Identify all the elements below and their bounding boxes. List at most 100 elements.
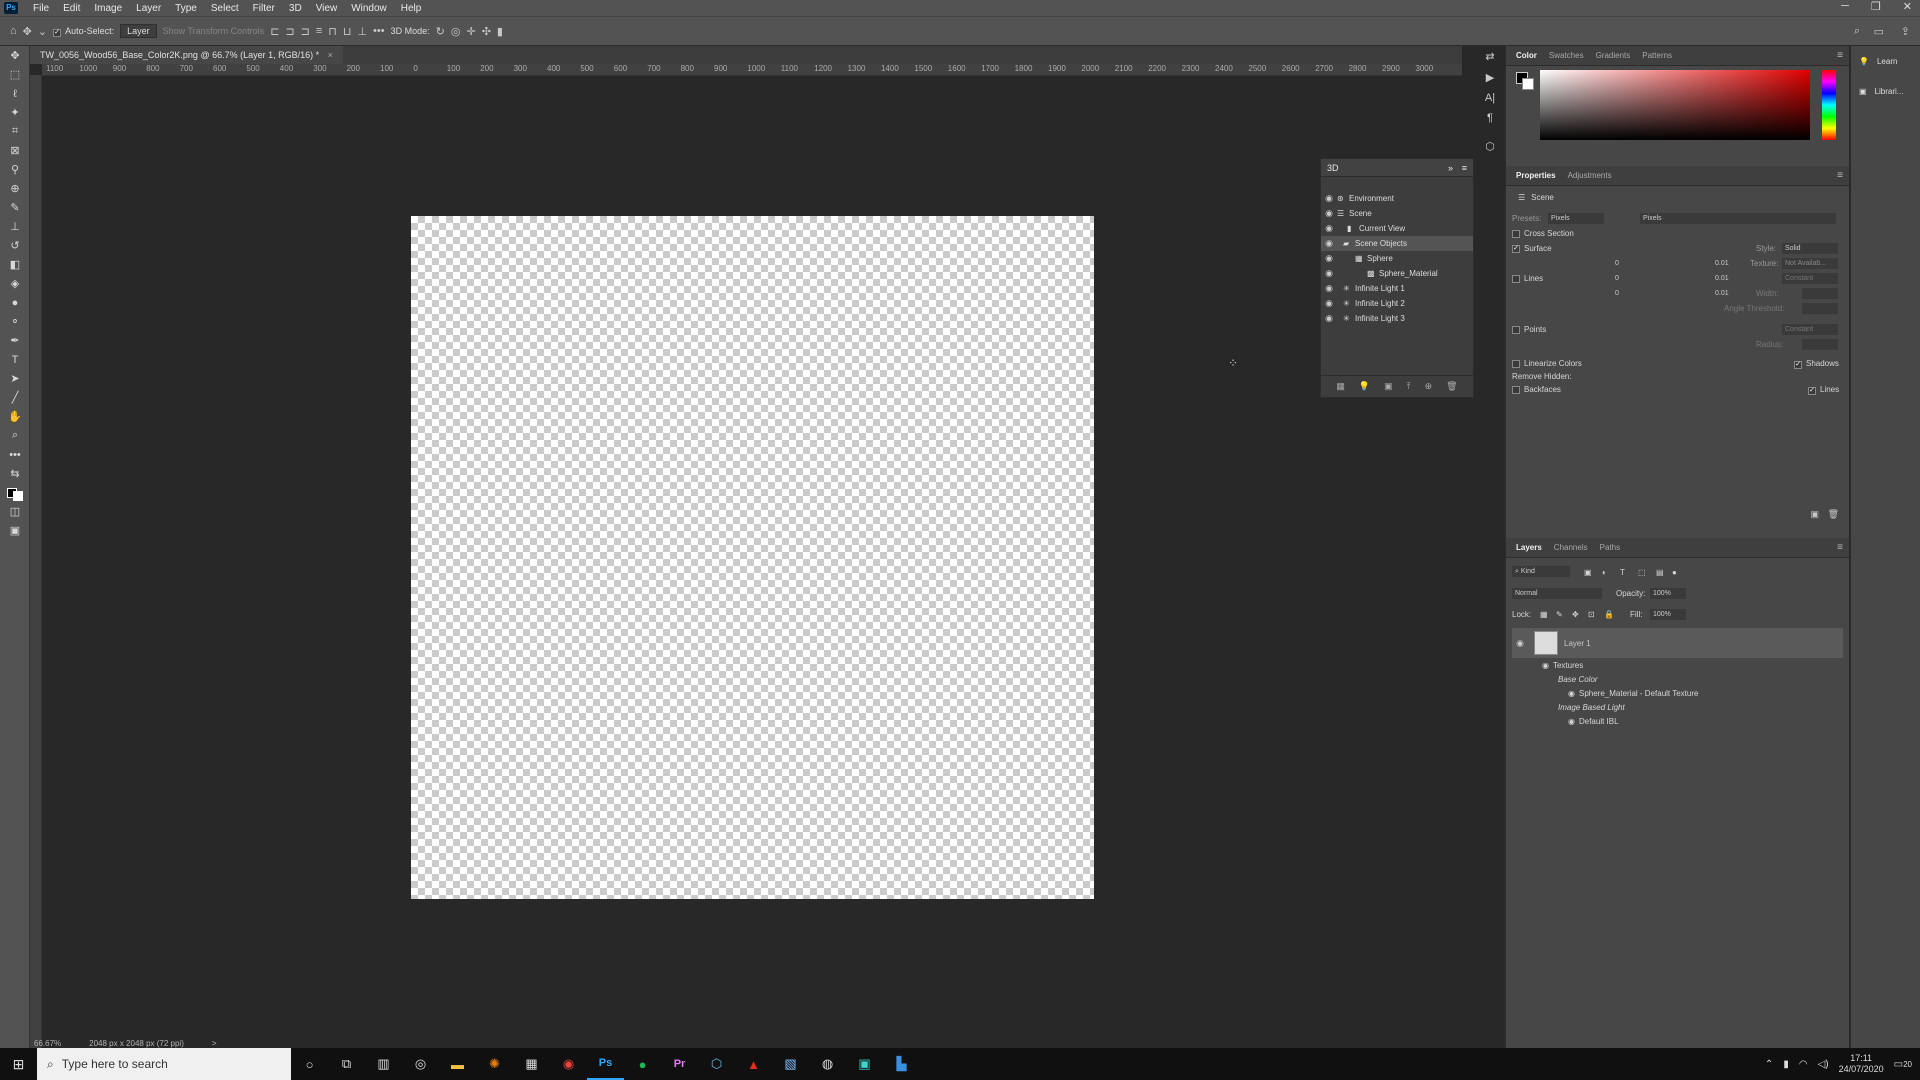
pan-icon[interactable]: ✛ <box>466 25 475 38</box>
visibility-eye-icon[interactable]: ◉ <box>1568 717 1575 726</box>
eraser-icon[interactable]: ◧ <box>0 255 30 274</box>
lines-opacity-field-2[interactable]: 0.01 <box>1712 288 1752 299</box>
presets-dropdown-3[interactable] <box>1696 213 1836 224</box>
workspace-icon[interactable]: ▭ <box>1874 25 1884 38</box>
filter-shape-icon[interactable]: ⬚ <box>1638 568 1646 577</box>
menu-view[interactable]: View <box>309 3 345 14</box>
pen-tool-icon[interactable]: ✒ <box>0 331 30 350</box>
layer-row[interactable]: ◉ Layer 1 <box>1512 628 1843 658</box>
align-right-icon[interactable]: ⊐ <box>301 25 310 38</box>
presets-dropdown-2[interactable]: Pixels <box>1640 213 1696 224</box>
filter-toggle-icon[interactable]: ● <box>1672 568 1677 577</box>
menu-filter[interactable]: Filter <box>246 3 282 14</box>
app-icon-3[interactable]: ▙ <box>883 1048 920 1080</box>
dodge-tool-icon[interactable]: ⚬ <box>0 312 30 331</box>
angle-threshold-field[interactable] <box>1802 303 1838 314</box>
visibility-eye-icon[interactable]: ◉ <box>1542 661 1549 670</box>
move-tool-icon[interactable]: ✥ <box>0 46 30 65</box>
3d-panel-icon[interactable]: ⬡ <box>1485 140 1495 153</box>
width-field[interactable] <box>1802 288 1838 299</box>
screen-mode-icon[interactable]: ▣ <box>0 521 30 540</box>
visibility-eye-icon[interactable]: ◉ <box>1321 223 1337 234</box>
scene-row-environment[interactable]: ◉ ⊛ Environment <box>1321 191 1473 206</box>
lines-checkbox[interactable] <box>1512 274 1520 283</box>
sphere-texture-label[interactable]: Sphere_Material - Default Texture <box>1579 689 1698 698</box>
menu-help[interactable]: Help <box>394 3 429 14</box>
marquee-tool-icon[interactable]: ⬚ <box>0 65 30 84</box>
volume-icon[interactable]: ◁) <box>1818 1059 1829 1070</box>
libraries-button[interactable]: ▣ Librari... <box>1851 76 1920 106</box>
lasso-tool-icon[interactable]: ℓ <box>0 84 30 103</box>
background-color-swatch[interactable] <box>1522 78 1534 90</box>
lock-all-icon[interactable]: 🔒 <box>1604 610 1614 619</box>
lines-opacity-field[interactable]: 0.01 <box>1712 273 1752 284</box>
align-left-icon[interactable]: ⊏ <box>270 25 279 38</box>
menu-select[interactable]: Select <box>204 3 246 14</box>
visibility-eye-icon[interactable]: ◉ <box>1512 638 1528 649</box>
share-icon[interactable]: ⇪ <box>1901 25 1910 38</box>
align-center-icon[interactable]: ⊐ <box>285 25 294 38</box>
more-options-icon[interactable]: ••• <box>373 25 385 37</box>
restore-icon[interactable]: ❐ <box>1871 0 1881 13</box>
presets-dropdown[interactable]: Pixels <box>1548 213 1604 224</box>
wifi-icon[interactable]: ◠ <box>1799 1059 1808 1070</box>
points-style-dropdown[interactable]: Constant <box>1782 324 1838 335</box>
backfaces-checkbox[interactable] <box>1512 385 1520 394</box>
lock-artboard-icon[interactable]: ⊡ <box>1588 610 1595 619</box>
visibility-eye-icon[interactable]: ◉ <box>1321 208 1337 219</box>
scene-row-current-view[interactable]: ◉ ▮ Current View <box>1321 221 1473 236</box>
spotify-icon[interactable]: ● <box>624 1048 661 1080</box>
3d-app-icon[interactable]: ⬡ <box>698 1048 735 1080</box>
cross-section-checkbox[interactable] <box>1512 229 1520 238</box>
panel-collapse-icon[interactable]: » <box>1448 159 1453 177</box>
align-top-icon[interactable]: ⊓ <box>328 25 337 38</box>
align-bottom-icon[interactable]: ⊥ <box>357 25 367 38</box>
lines-value-field[interactable]: 0 <box>1612 273 1652 284</box>
photoshop-taskbar-icon[interactable]: Ps <box>587 1048 624 1080</box>
panel-menu-icon[interactable]: ≡ <box>1837 50 1843 61</box>
roll-icon[interactable]: ◎ <box>451 25 461 38</box>
document-tab[interactable]: TW_0056_Wood56_Base_Color2K.png @ 66.7% … <box>30 46 343 64</box>
tab-layers[interactable]: Layers <box>1516 543 1542 552</box>
extrude-icon[interactable]: ⤒ <box>1407 381 1411 392</box>
trash-icon[interactable]: 🗑 <box>1828 509 1839 520</box>
visibility-eye-icon[interactable]: ◉ <box>1321 298 1337 309</box>
lock-position-icon[interactable]: ✥ <box>1572 610 1579 619</box>
visibility-eye-icon[interactable]: ◉ <box>1321 238 1337 249</box>
opacity-field[interactable]: 100% <box>1650 587 1686 599</box>
paint-bucket-icon[interactable]: ◈ <box>0 274 30 293</box>
tray-expand-icon[interactable]: ⌃ <box>1765 1059 1773 1070</box>
tab-properties[interactable]: Properties <box>1516 171 1556 180</box>
lock-transparent-icon[interactable]: ▦ <box>1540 610 1548 619</box>
surface-value-field[interactable]: 0 <box>1612 258 1652 269</box>
linearize-colors-checkbox[interactable] <box>1512 359 1520 368</box>
auto-select-target-dropdown[interactable]: Layer <box>120 24 157 38</box>
quick-mask-icon[interactable]: ◫ <box>0 502 30 521</box>
history-panel-icon[interactable]: ⇄ <box>1485 50 1494 63</box>
visibility-eye-icon[interactable]: ◉ <box>1321 193 1337 204</box>
swap-colors-icon[interactable]: ⇆ <box>0 464 30 483</box>
premiere-icon[interactable]: Pr <box>661 1048 698 1080</box>
lines-value-field-2[interactable]: 0 <box>1612 288 1652 299</box>
panel-menu-icon[interactable]: ≡ <box>1837 170 1843 181</box>
slide-icon[interactable]: ✣ <box>482 25 491 38</box>
crop-tool-icon[interactable]: ⌗ <box>0 122 30 141</box>
blur-tool-icon[interactable]: ● <box>0 293 30 312</box>
blender-icon[interactable]: ✺ <box>476 1048 513 1080</box>
character-panel-icon[interactable]: A| <box>1485 92 1495 104</box>
minimize-icon[interactable]: ─ <box>1841 0 1849 13</box>
tab-patterns[interactable]: Patterns <box>1642 51 1672 60</box>
chrome-icon[interactable]: ◉ <box>550 1048 587 1080</box>
points-checkbox[interactable] <box>1512 325 1520 334</box>
tab-gradients[interactable]: Gradients <box>1596 51 1631 60</box>
magic-wand-icon[interactable]: ✦ <box>0 103 30 122</box>
calculator-icon[interactable]: ▦ <box>513 1048 550 1080</box>
app-icon-2[interactable]: ▣ <box>846 1048 883 1080</box>
surface-checkbox[interactable]: ✓ <box>1512 244 1520 253</box>
type-tool-icon[interactable]: T <box>0 350 30 369</box>
photos-icon[interactable]: ▧ <box>772 1048 809 1080</box>
delete-icon[interactable]: 🗑 <box>1446 381 1457 392</box>
chevron-down-icon[interactable]: ⌄ <box>38 25 47 38</box>
visibility-eye-icon[interactable]: ◉ <box>1321 313 1337 324</box>
tab-channels[interactable]: Channels <box>1554 543 1588 552</box>
